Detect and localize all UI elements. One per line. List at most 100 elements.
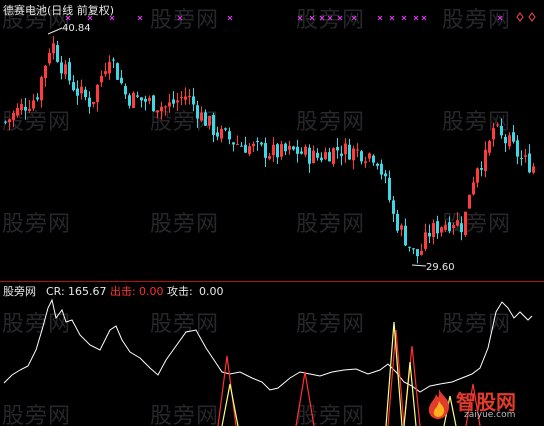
candle-body — [392, 200, 395, 214]
candle-body — [308, 147, 311, 164]
candle-body — [448, 222, 451, 231]
candle-body — [408, 246, 411, 248]
candle-body — [176, 100, 179, 103]
candle-body — [168, 102, 171, 107]
candle-body — [120, 77, 123, 84]
candle-body — [136, 95, 139, 97]
candle-body — [248, 146, 251, 155]
candle-body — [428, 233, 431, 237]
candle-body — [292, 146, 295, 150]
chuji-spike — [217, 355, 237, 426]
candle-body — [352, 148, 355, 161]
candle-body — [476, 168, 479, 183]
candle-body — [196, 105, 199, 119]
candle-body — [444, 225, 447, 230]
high-price-label: 40.84 — [62, 23, 91, 34]
candle-body — [412, 248, 415, 250]
candle-body — [140, 97, 143, 101]
candle-body — [432, 223, 435, 238]
candle-body — [172, 99, 175, 104]
candle-body — [264, 143, 267, 158]
signal-marker — [227, 15, 233, 21]
logo-url: zaiyue.com — [464, 410, 516, 420]
candle-body — [92, 101, 95, 104]
chuji-value: 0.00 — [139, 285, 164, 298]
candle-body — [68, 62, 71, 81]
chart-title: 德赛电池(日线 前复权) — [3, 4, 115, 17]
candle-body — [232, 142, 235, 145]
candle-body — [460, 223, 463, 233]
signal-marker — [319, 15, 325, 21]
candle-body — [296, 146, 299, 154]
candle-body — [332, 148, 335, 164]
candle-body — [360, 151, 363, 162]
candle-body — [204, 112, 207, 126]
candle-body — [256, 140, 259, 143]
candle-body — [276, 144, 279, 158]
candle-body — [152, 95, 155, 112]
cr-label: CR: — [46, 285, 65, 298]
chuji-spike — [295, 371, 315, 426]
candle-body — [320, 157, 323, 161]
candle-body — [228, 131, 231, 140]
candle-body — [324, 152, 327, 160]
candle-body — [148, 97, 151, 101]
candle-body — [100, 76, 103, 83]
candle-body — [44, 65, 47, 79]
candle-body — [380, 163, 383, 175]
candle-body — [452, 225, 455, 229]
candle-body — [188, 96, 191, 98]
candle-body — [64, 64, 67, 75]
candle-body — [280, 144, 283, 157]
candle-body — [200, 112, 203, 121]
candle-body — [512, 132, 515, 142]
candle-body — [104, 71, 107, 75]
candle-body — [184, 96, 187, 100]
candle-body — [404, 225, 407, 246]
candle-body — [336, 147, 339, 151]
site-logo: 智股网 zaiyue.com — [424, 386, 540, 422]
candle-body — [124, 86, 127, 95]
candle-body — [116, 63, 119, 80]
candle-body — [56, 45, 59, 62]
candle-body — [440, 227, 443, 233]
candle-body — [144, 98, 147, 102]
candle-body — [76, 88, 79, 96]
candle-body — [160, 106, 163, 112]
candle-body — [496, 124, 499, 126]
candle-body — [304, 146, 307, 155]
candle-body — [416, 249, 419, 257]
flame-icon — [428, 389, 450, 419]
gongji-label: 攻击: — [167, 285, 193, 298]
candle-body — [156, 110, 159, 113]
low-price-label: 29.60 — [426, 262, 455, 273]
diamond-marker — [528, 12, 536, 22]
candle-body — [520, 157, 523, 159]
candle-body — [88, 97, 91, 107]
candle-body — [252, 143, 255, 147]
chart-window: 股旁网 股旁网 股旁网 股旁网 股旁网 股旁网 股旁网 股旁网 股旁网 股旁网 … — [0, 0, 544, 426]
candle-body — [508, 135, 511, 147]
signal-marker — [297, 15, 303, 21]
signal-marker — [377, 15, 383, 21]
candle-body — [96, 84, 99, 103]
candle-body — [72, 82, 75, 91]
candle-body — [368, 153, 371, 159]
candle-body — [164, 106, 167, 108]
signal-marker — [401, 15, 407, 21]
low-pointer — [411, 264, 427, 267]
candle-body — [348, 144, 351, 160]
candle-body — [8, 119, 11, 123]
candle-body — [400, 225, 403, 230]
chart-canvas — [0, 12, 544, 426]
candle-body — [236, 143, 239, 145]
candle-body — [500, 125, 503, 136]
cr-line — [3, 298, 533, 393]
candle-body — [4, 121, 7, 123]
candle-body — [240, 145, 243, 147]
candle-body — [344, 143, 347, 155]
candle-body — [84, 89, 87, 98]
signal-marker — [309, 15, 315, 21]
candle-body — [128, 95, 131, 106]
candle-body — [212, 114, 215, 135]
